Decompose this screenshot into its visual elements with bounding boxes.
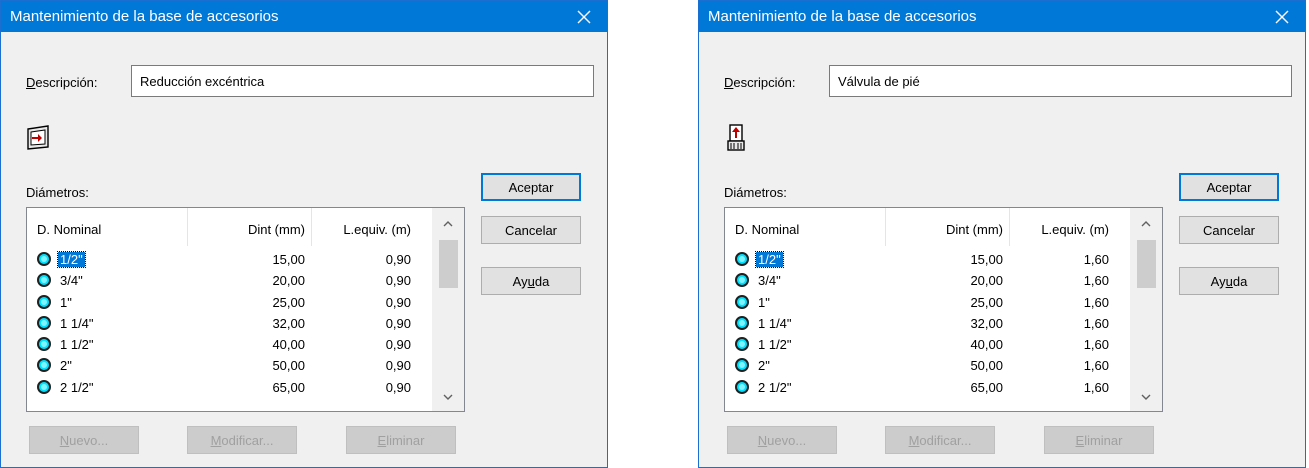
fitting-dot-icon bbox=[735, 337, 749, 352]
column-header-nominal[interactable]: D. Nominal bbox=[735, 222, 799, 237]
description-input[interactable] bbox=[131, 65, 594, 97]
scroll-thumb[interactable] bbox=[1137, 240, 1156, 288]
chevron-up-icon bbox=[443, 221, 453, 227]
fitting-dot-icon bbox=[735, 294, 749, 309]
table-row[interactable]: 1 1/2" 40,00 0,90 bbox=[27, 335, 432, 356]
list-header: D. Nominal Dint (mm) L.equiv. (m) bbox=[27, 208, 432, 250]
column-separator[interactable] bbox=[885, 208, 886, 246]
table-row[interactable]: 3/4" 20,00 0,90 bbox=[27, 271, 432, 292]
scroll-down-button[interactable] bbox=[1130, 383, 1162, 411]
column-separator[interactable] bbox=[311, 208, 312, 246]
cancel-button[interactable]: Cancelar bbox=[481, 216, 581, 244]
foot-valve-icon bbox=[727, 124, 745, 151]
window-title: Mantenimiento de la base de accesorios bbox=[10, 8, 279, 25]
help-button[interactable]: Ay u da bbox=[481, 267, 581, 295]
close-icon bbox=[577, 10, 591, 23]
cancel-button[interactable]: Cancelar bbox=[1179, 216, 1279, 244]
list-header: D. Nominal Dint (mm) L.equiv. (m) bbox=[725, 208, 1130, 250]
column-separator[interactable] bbox=[1009, 208, 1010, 246]
description-input[interactable] bbox=[829, 65, 1292, 97]
close-icon bbox=[1275, 10, 1289, 23]
vertical-scrollbar[interactable] bbox=[432, 208, 464, 411]
table-row[interactable]: 1/2" 15,00 1,60 bbox=[725, 250, 1130, 271]
table-row[interactable]: 3/4" 20,00 1,60 bbox=[725, 271, 1130, 292]
table-row[interactable]: 1 1/4" 32,00 0,90 bbox=[27, 314, 432, 335]
scroll-down-button[interactable] bbox=[432, 383, 464, 411]
chevron-down-icon bbox=[1141, 394, 1151, 400]
fitting-dot-icon bbox=[37, 252, 51, 266]
scroll-thumb[interactable] bbox=[439, 240, 458, 288]
title-bar[interactable]: Mantenimiento de la base de accesorios bbox=[699, 1, 1305, 32]
delete-button[interactable]: Eliminar bbox=[346, 426, 456, 454]
scroll-up-button[interactable] bbox=[1130, 210, 1162, 238]
diametros-label: Diámetros: bbox=[26, 185, 89, 200]
title-bar[interactable]: Mantenimiento de la base de accesorios bbox=[1, 1, 607, 32]
accept-button[interactable]: Aceptar bbox=[481, 173, 581, 201]
column-header-nominal[interactable]: D. Nominal bbox=[37, 222, 101, 237]
column-header-lequiv[interactable]: L.equiv. (m) bbox=[343, 222, 411, 237]
fitting-dot-icon bbox=[735, 315, 749, 330]
fitting-dot-icon bbox=[37, 273, 51, 288]
table-row[interactable]: 1 1/4" 32,00 1,60 bbox=[725, 314, 1130, 335]
vertical-scrollbar[interactable] bbox=[1130, 208, 1162, 411]
table-row[interactable]: 1" 25,00 0,90 bbox=[27, 293, 432, 314]
new-button[interactable]: Nuevo... bbox=[727, 426, 837, 454]
fitting-dot-icon bbox=[735, 379, 749, 394]
modify-button[interactable]: Modificar... bbox=[187, 426, 297, 454]
fitting-dot-icon bbox=[735, 273, 749, 288]
window-title: Mantenimiento de la base de accesorios bbox=[708, 8, 977, 25]
delete-button[interactable]: Eliminar bbox=[1044, 426, 1154, 454]
table-row[interactable]: 2" 50,00 1,60 bbox=[725, 356, 1130, 377]
scroll-up-button[interactable] bbox=[432, 210, 464, 238]
table-row[interactable]: 2" 50,00 0,90 bbox=[27, 356, 432, 377]
description-label: Descripción: bbox=[26, 75, 98, 90]
close-button[interactable] bbox=[1259, 1, 1305, 32]
diameters-list[interactable]: D. Nominal Dint (mm) L.equiv. (m) 1/2" 15… bbox=[26, 207, 465, 412]
description-label: Descripción: bbox=[724, 75, 796, 90]
table-row[interactable]: 2 1/2" 65,00 0,90 bbox=[27, 378, 432, 399]
chevron-down-icon bbox=[443, 394, 453, 400]
fitting-dot-icon bbox=[37, 379, 51, 394]
table-row[interactable]: 1/2" 15,00 0,90 bbox=[27, 250, 432, 271]
chevron-up-icon bbox=[1141, 221, 1151, 227]
column-header-lequiv[interactable]: L.equiv. (m) bbox=[1041, 222, 1109, 237]
table-row[interactable]: 1" 25,00 1,60 bbox=[725, 293, 1130, 314]
fitting-dot-icon bbox=[37, 294, 51, 309]
diameters-list[interactable]: D. Nominal Dint (mm) L.equiv. (m) 1/2" 15… bbox=[724, 207, 1163, 412]
column-header-dint[interactable]: Dint (mm) bbox=[248, 222, 305, 237]
fitting-dot-icon bbox=[37, 337, 51, 352]
table-row[interactable]: 2 1/2" 65,00 1,60 bbox=[725, 378, 1130, 399]
dialog-valvula: Mantenimiento de la base de accesorios D… bbox=[698, 0, 1306, 468]
table-row[interactable]: 1 1/2" 40,00 1,60 bbox=[725, 335, 1130, 356]
close-button[interactable] bbox=[561, 1, 607, 32]
fitting-dot-icon bbox=[735, 358, 749, 373]
eccentric-reducer-icon bbox=[27, 125, 49, 150]
fitting-dot-icon bbox=[37, 358, 51, 373]
column-header-dint[interactable]: Dint (mm) bbox=[946, 222, 1003, 237]
dialog-reduccion: Mantenimiento de la base de accesorios D… bbox=[0, 0, 608, 468]
modify-button[interactable]: Modificar... bbox=[885, 426, 995, 454]
new-button[interactable]: Nuevo... bbox=[29, 426, 139, 454]
help-button[interactable]: Ay u da bbox=[1179, 267, 1279, 295]
diametros-label: Diámetros: bbox=[724, 185, 787, 200]
fitting-dot-icon bbox=[37, 315, 51, 330]
accept-button[interactable]: Aceptar bbox=[1179, 173, 1279, 201]
column-separator[interactable] bbox=[187, 208, 188, 246]
fitting-dot-icon bbox=[735, 252, 749, 266]
